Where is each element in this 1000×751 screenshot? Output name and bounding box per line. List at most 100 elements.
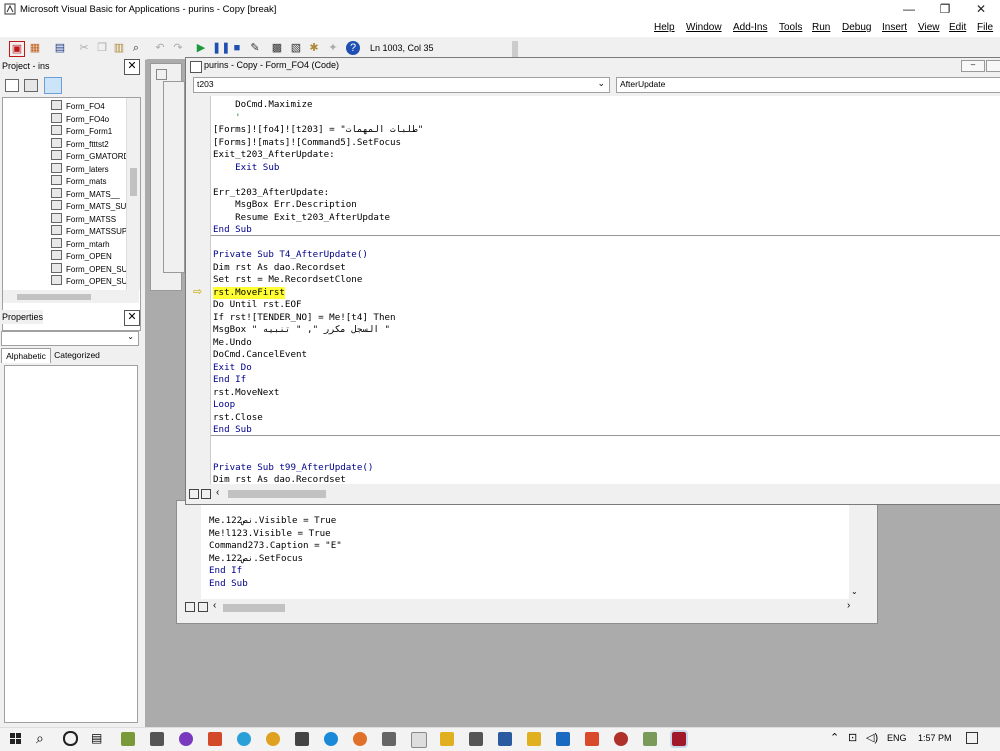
menu-tools[interactable]: Tools [779,22,802,33]
menu-addins[interactable]: Add-Ins [733,22,767,33]
app-icon[interactable] [614,732,628,746]
tree-item[interactable]: Form_OPEN_SU [51,263,127,275]
chevron-up-icon[interactable]: ⌃ [830,731,839,744]
tree-item[interactable]: Form_FO4o [51,113,109,125]
tree-item[interactable]: Form_MATSS [51,213,116,225]
tree-item[interactable]: Form_MATS__ [51,188,120,200]
edge-icon[interactable] [324,732,338,746]
project-explorer-icon[interactable]: ▩ [270,41,284,55]
scroll-right-icon[interactable]: › [847,600,850,611]
network-icon[interactable]: ⊡ [848,731,857,744]
menu-view[interactable]: View [918,22,940,33]
scroll-down-icon[interactable]: ⌄ [851,587,858,596]
app-icon[interactable] [179,732,193,746]
tab-alphabetic[interactable]: Alphabetic [1,348,51,363]
access-icon[interactable] [670,730,688,748]
notifications-icon[interactable] [966,732,978,744]
firefox-icon[interactable] [353,732,367,746]
procedure-combo[interactable]: AfterUpdate [616,77,1000,93]
redo-icon[interactable]: ↷ [171,41,185,55]
project-pane-close-icon[interactable]: ✕ [124,59,140,75]
break-icon[interactable]: ❚❚ [212,41,230,55]
object-dropdown[interactable]: ⌄ [1,331,139,346]
minimize-button[interactable]: — [892,0,926,19]
tree-scroll-thumb[interactable] [130,168,137,196]
tree-vertical-scrollbar[interactable] [126,98,140,290]
run-icon[interactable]: ▶ [194,41,208,55]
app-icon[interactable] [527,732,541,746]
menu-window[interactable]: Window [686,22,722,33]
view-access-icon[interactable]: ▣ [9,41,25,57]
menu-edit[interactable]: Edit [949,22,966,33]
app-icon[interactable] [411,732,427,748]
telegram-icon[interactable] [237,732,251,746]
tree-item[interactable]: Form_mats [51,175,106,187]
cortana-icon[interactable] [63,731,78,746]
menu-help[interactable]: Help [654,22,675,33]
object-browser-icon[interactable]: ✱ [307,41,321,55]
app-icon[interactable] [498,732,512,746]
properties-list[interactable] [4,365,138,723]
restore-button[interactable]: ❐ [928,0,962,19]
find-icon[interactable]: ⌕ [129,41,143,55]
tree-item[interactable]: Form_FO4 [51,100,105,112]
tree-item[interactable]: Form_mtarh [51,238,110,250]
language-indicator[interactable]: ENG [887,733,907,743]
indicator-margin[interactable]: ⇨ [193,96,211,484]
search-icon[interactable]: ⌕ [36,730,44,747]
design-mode-icon[interactable]: ✎ [248,41,262,55]
paste-icon[interactable]: ▥ [112,41,126,55]
scroll-left-icon[interactable]: ‹ [213,600,216,611]
insert-userform-icon[interactable]: ▦ [28,41,42,55]
toolbox-icon[interactable]: ✦ [326,41,340,55]
object-combo[interactable]: t203 ⌄ [193,77,610,93]
properties-window-icon[interactable]: ▧ [289,41,303,55]
close-button[interactable]: ✕ [964,0,998,19]
procedure-view-icon[interactable] [189,489,199,499]
view-code-icon[interactable] [5,79,19,92]
procedure-view-icon[interactable] [185,602,195,612]
reset-icon[interactable]: ■ [230,41,244,55]
back-hscroll-thumb[interactable] [223,604,285,612]
store-icon[interactable] [469,732,483,746]
back-vertical-scrollbar[interactable]: ⌄ [849,503,863,599]
full-module-view-icon[interactable] [198,602,208,612]
toggle-folders-icon[interactable] [44,77,62,94]
tree-item[interactable]: Form_ftttst2 [51,138,109,150]
toolbar-grip[interactable] [512,41,518,57]
app-icon[interactable] [208,732,222,746]
tab-categorized[interactable]: Categorized [51,349,103,362]
help-icon[interactable]: ? [346,41,360,55]
full-module-view-icon[interactable] [201,489,211,499]
menu-file[interactable]: File [977,22,993,33]
tree-item[interactable]: Form_OPEN_SU [51,275,127,287]
app-icon[interactable] [121,732,135,746]
save-icon[interactable]: ▤ [53,41,67,55]
volume-icon[interactable]: ◁) [866,731,878,744]
app-icon[interactable] [295,732,309,746]
windows-start-icon[interactable] [10,733,22,745]
code-restore-button[interactable] [986,60,1000,72]
back-code-area[interactable]: Me.نص122.Visible = True Me!l123.Visible … [201,503,861,599]
code-minimize-button[interactable]: – [961,60,985,72]
file-explorer-icon[interactable] [440,732,454,746]
scroll-left-icon[interactable]: ‹ [216,487,219,498]
brave-icon[interactable] [585,732,599,746]
tree-item[interactable]: Form_GMATORD [51,150,129,162]
outlook-icon[interactable] [556,732,570,746]
tree-item[interactable]: Form_laters [51,163,109,175]
tree-horizontal-scrollbar[interactable] [3,290,139,303]
code-editor[interactable]: DoCmd.Maximize ' [Forms]![fo4]![t203] = … [211,96,1000,484]
app-icon[interactable] [382,732,396,746]
tree-item[interactable]: Form_Form1 [51,125,112,137]
code-hscroll-thumb[interactable] [228,490,326,498]
chrome-icon[interactable] [266,732,280,746]
tree-hscroll-thumb[interactable] [17,294,91,300]
menu-insert[interactable]: Insert [882,22,907,33]
menu-debug[interactable]: Debug [842,22,871,33]
clock[interactable]: 1:57 PM [918,733,952,743]
properties-pane-close-icon[interactable]: ✕ [124,310,140,326]
menu-run[interactable]: Run [812,22,830,33]
copy-icon[interactable]: ❐ [95,41,109,55]
tree-item[interactable]: Form_MATS_SU [51,200,126,212]
